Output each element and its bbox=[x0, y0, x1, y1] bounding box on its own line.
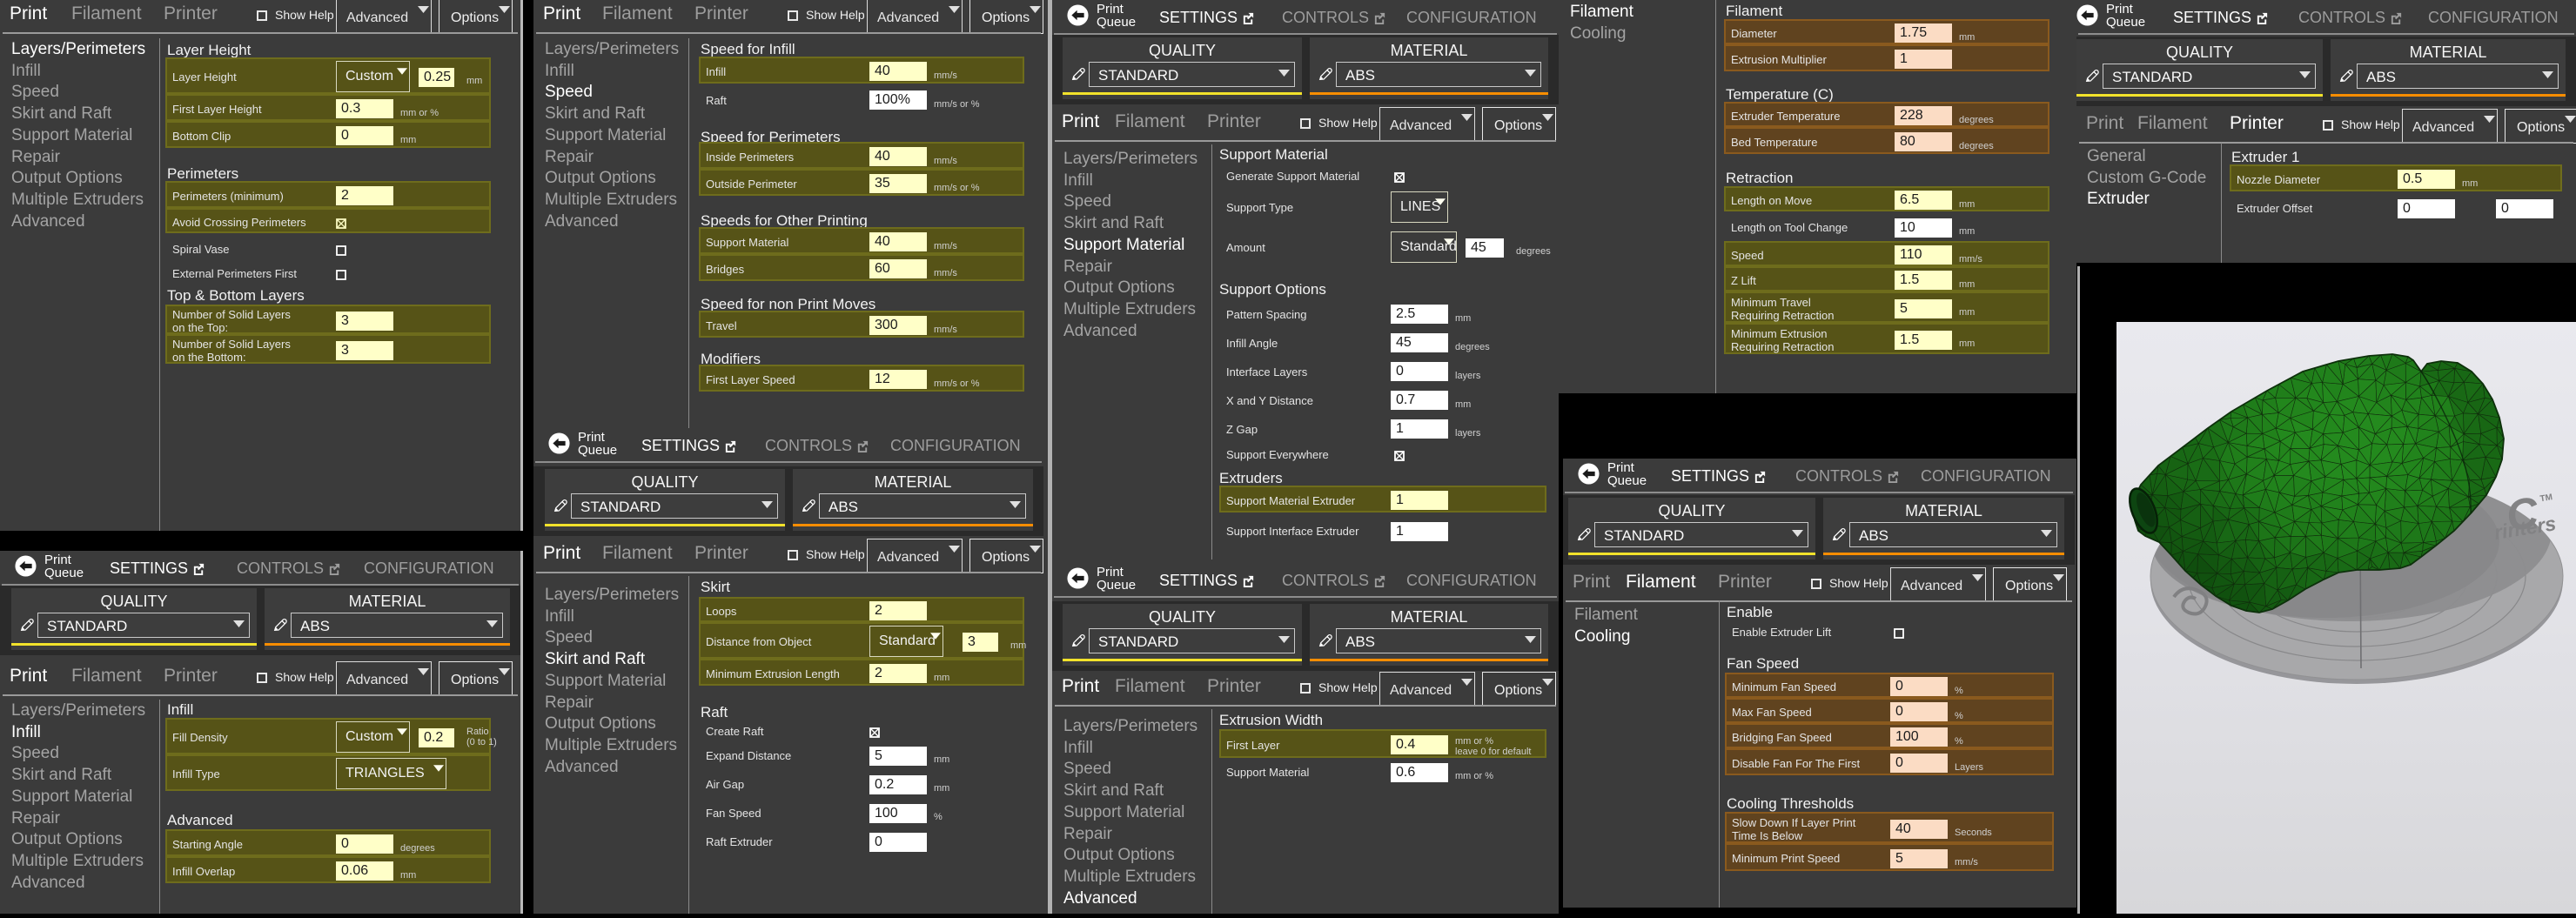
svg-text:TM: TM bbox=[2539, 493, 2553, 504]
